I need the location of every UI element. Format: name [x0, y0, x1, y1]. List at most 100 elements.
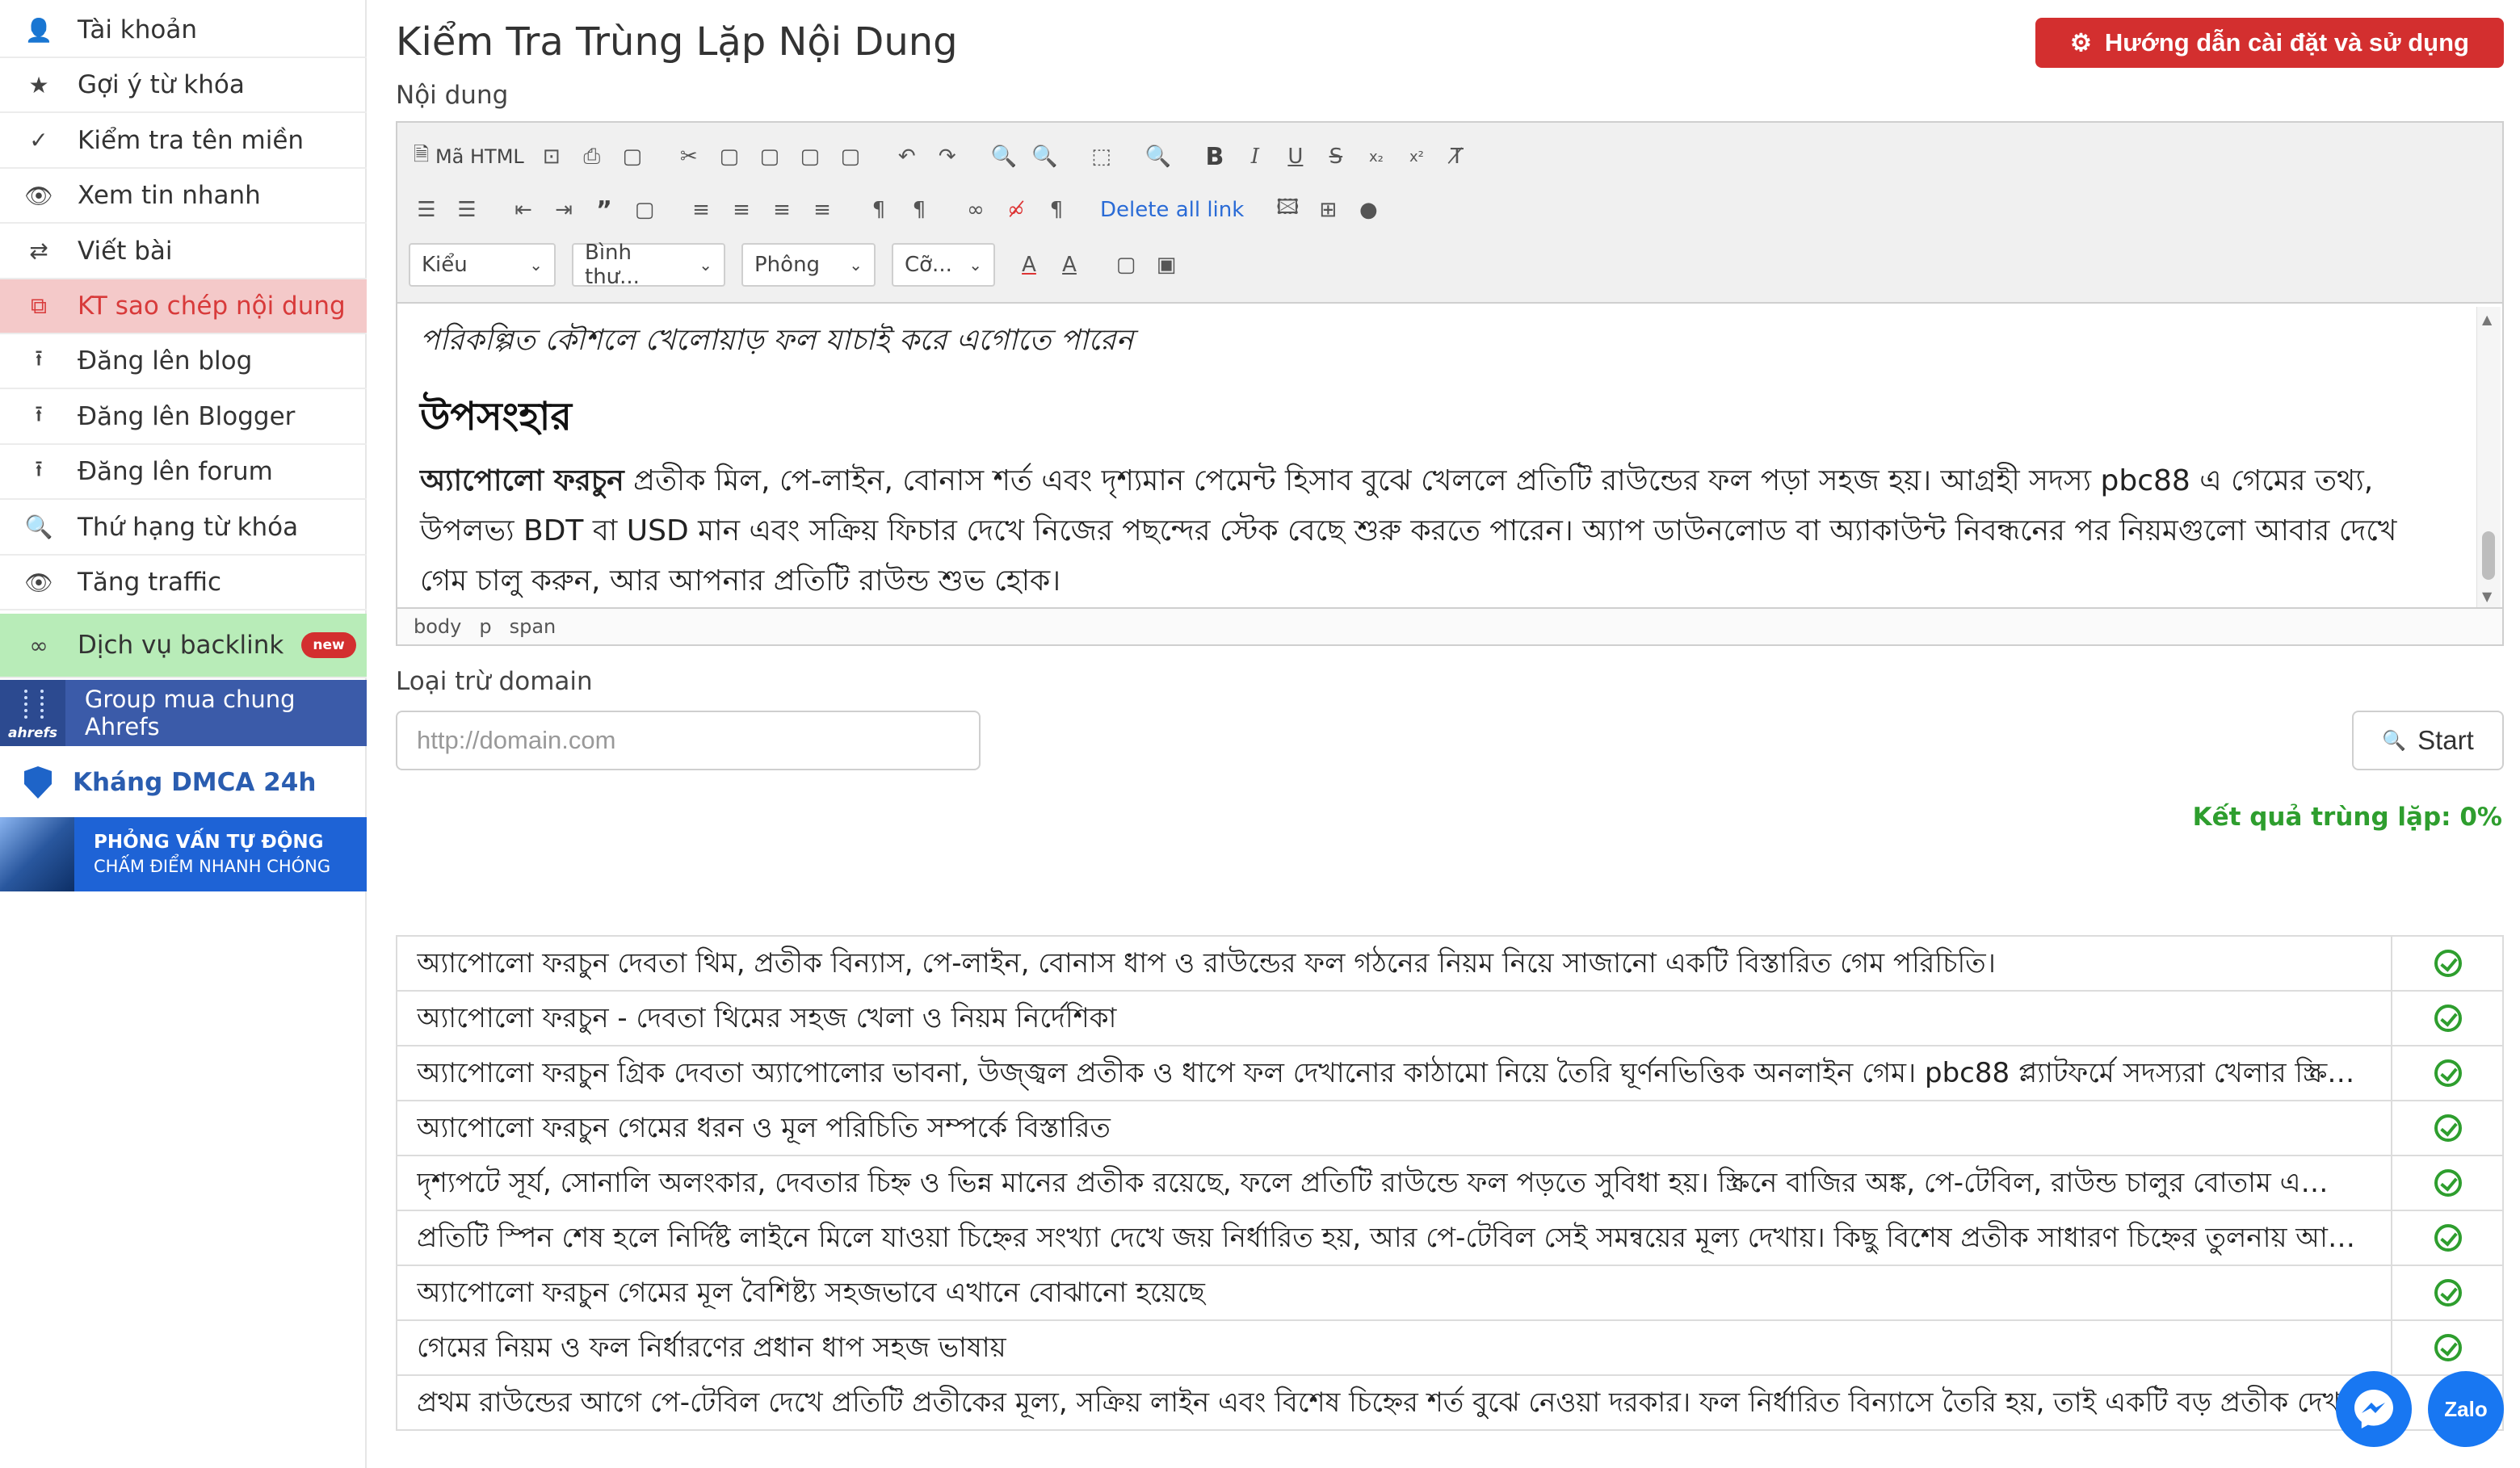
zalo-label: Zalo	[2444, 1396, 2488, 1421]
sidebar-item[interactable]: ★ Gợi ý từ khóa	[0, 58, 367, 114]
dmca-link[interactable]: Kháng DMCA 24h	[0, 754, 367, 811]
info-icon[interactable]: ●	[1350, 192, 1386, 228]
ltr-icon[interactable]: ¶	[861, 192, 897, 228]
interview-banner-line2: CHẤM ĐIỂM NHANH CHÓNG	[94, 857, 331, 876]
font-select[interactable]: Phông ⌄	[741, 243, 876, 287]
editor-toolbar: 🗎 Mã HTML ⊡ ⎙ ▢ ✂ ▢ ▢ ▢ ▢ ↶ ↷ 🔍 🔍 ⬚ 🔍 B …	[397, 123, 2502, 304]
bulleted-list-icon[interactable]: ☰	[449, 192, 485, 228]
select-all-icon[interactable]: ⬚	[1084, 139, 1119, 174]
start-button-label: Start	[2417, 725, 2474, 755]
replace-icon[interactable]: 🔍	[1027, 139, 1062, 174]
sidebar-item[interactable]: ⭱ Đăng lên forum	[0, 445, 367, 501]
template-icon[interactable]: ▢	[615, 139, 650, 174]
size-select[interactable]: Cỡ... ⌄	[892, 243, 995, 287]
result-row: অ্যাপোলো ফরচুন গেমের ধরন ও মূল পরিচিতি স…	[396, 1101, 2504, 1156]
sidebar-item[interactable]: 🔍 Thứ hạng từ khóa	[0, 501, 367, 556]
format-select[interactable]: Bình thư... ⌄	[572, 241, 725, 289]
result-status-cell	[2391, 937, 2504, 990]
editor-paragraph: অ্যাপোলো ফরচুন প্রতীক মিল, পে-লাইন, বোনা…	[420, 456, 2442, 606]
find-icon[interactable]: 🔍	[986, 139, 1022, 174]
exclude-domain-input[interactable]	[396, 711, 981, 770]
sidebar-item[interactable]: ⭱ Đăng lên blog	[0, 334, 367, 390]
underline-icon[interactable]: U	[1278, 139, 1313, 174]
paste-icon[interactable]: ▢	[752, 139, 788, 174]
bold-icon[interactable]: B	[1197, 139, 1233, 174]
outdent-icon[interactable]: ⇤	[506, 192, 541, 228]
editor-scrollbar[interactable]: ▲ ▼	[2476, 307, 2501, 607]
result-row-text: দৃশ্যপটে সূর্য, সোনালি অলংকার, দেবতার চি…	[417, 1167, 2355, 1199]
page-title: Kiểm Tra Trùng Lặp Nội Dung	[396, 19, 958, 65]
zalo-button[interactable]: Zalo	[2428, 1371, 2504, 1447]
source-html-button[interactable]: 🗎 Mã HTML	[409, 139, 529, 174]
chevron-down-icon: ⌄	[699, 255, 712, 275]
print-icon[interactable]: ⎙	[574, 139, 610, 174]
blockquote-icon[interactable]: ”	[586, 192, 622, 228]
spellcheck-icon[interactable]: 🔍	[1140, 139, 1176, 174]
align-right-icon[interactable]: ≡	[764, 192, 800, 228]
result-status-cell	[2391, 1211, 2504, 1265]
style-select[interactable]: Kiểu ⌄	[409, 243, 556, 287]
superscript-icon[interactable]: x²	[1399, 139, 1434, 174]
interview-banner[interactable]: PHỎNG VẤN TỰ ĐỘNG CHẤM ĐIỂM NHANH CHÓNG	[0, 817, 367, 891]
sidebar-item[interactable]: ⇄ Viết bài	[0, 224, 367, 279]
image-icon[interactable]: 🖾	[1270, 192, 1305, 228]
font-select-value: Phông	[754, 253, 821, 277]
delete-all-link-button[interactable]: Delete all link	[1095, 192, 1249, 228]
paste-text-icon[interactable]: ▢	[792, 139, 828, 174]
preview-icon[interactable]: ⊡	[534, 139, 569, 174]
numbered-list-icon[interactable]: ☰	[409, 192, 444, 228]
copy-icon[interactable]: ▢	[712, 139, 747, 174]
sidebar-item[interactable]: 👤 Tài khoản	[0, 3, 367, 58]
align-left-icon[interactable]: ≡	[683, 192, 719, 228]
scrollbar-thumb[interactable]	[2482, 531, 2495, 580]
strike-icon[interactable]: S	[1318, 139, 1354, 174]
remove-format-icon[interactable]: T̸	[1439, 139, 1475, 174]
sidebar-item-label: Đăng lên blog	[78, 346, 253, 376]
sidebar-item-label: Đăng lên forum	[78, 457, 273, 487]
sidebar-item-label: Kiểm tra tên miền	[78, 125, 304, 155]
path-item-p[interactable]: p	[479, 615, 491, 638]
sidebar-item-backlink[interactable]: ∞ Dịch vụ backlink new	[0, 614, 367, 678]
rtl-icon[interactable]: ¶	[901, 192, 937, 228]
scroll-up-icon[interactable]: ▲	[2482, 312, 2492, 327]
maximize-icon[interactable]: ▢	[1108, 247, 1144, 283]
undo-icon[interactable]: ↶	[889, 139, 925, 174]
start-button[interactable]: 🔍 Start	[2352, 711, 2504, 770]
sidebar-item-label: Viết bài	[78, 236, 173, 266]
sidebar-item[interactable]: ⧉ KT sao chép nội dung	[0, 279, 367, 334]
messenger-button[interactable]	[2336, 1371, 2412, 1447]
table-icon[interactable]: ⊞	[1310, 192, 1346, 228]
editor-heading: উপসংহার	[420, 394, 572, 439]
sidebar-item[interactable]: 👁 Xem tin nhanh	[0, 169, 367, 224]
upload-icon: ⭱	[35, 345, 43, 372]
result-row-text: প্রতিটি স্পিন শেষ হলে নির্দিষ্ট লাইনে মি…	[417, 1222, 2355, 1254]
italic-icon[interactable]: I	[1237, 139, 1273, 174]
sidebar-item[interactable]: 👁 Tăng traffic	[0, 556, 367, 610]
source-html-label: Mã HTML	[435, 145, 524, 168]
text-color-icon[interactable]: A	[1011, 247, 1047, 283]
search-icon: 🔍	[24, 514, 53, 541]
ahrefs-logo-text: ahrefs	[8, 725, 58, 741]
link-icon[interactable]: ∞	[958, 192, 993, 228]
subscript-icon[interactable]: x₂	[1359, 139, 1394, 174]
align-justify-icon[interactable]: ≡	[804, 192, 840, 228]
show-blocks-icon[interactable]: ▣	[1149, 247, 1184, 283]
paste-word-icon[interactable]: ▢	[833, 139, 868, 174]
link-icon: ∞	[29, 631, 48, 659]
background-color-icon[interactable]: A	[1052, 247, 1087, 283]
unlink-icon[interactable]: ∞̸	[998, 192, 1034, 228]
align-center-icon[interactable]: ≡	[724, 192, 759, 228]
anchor-icon[interactable]: ¶	[1039, 192, 1074, 228]
editor-content[interactable]: পরিকল্পিত কৌশলে খেলোয়াড় ফল যাচাই করে এ…	[397, 307, 2465, 607]
guide-button[interactable]: ⚙ Hướng dẫn cài đặt và sử dụng	[2035, 18, 2504, 68]
indent-icon[interactable]: ⇥	[546, 192, 582, 228]
scroll-down-icon[interactable]: ▼	[2482, 589, 2492, 604]
sidebar-item[interactable]: ⭱ Đăng lên Blogger	[0, 390, 367, 445]
redo-icon[interactable]: ↷	[930, 139, 965, 174]
ahrefs-group-banner[interactable]: ahrefs Group mua chung Ahrefs	[0, 680, 367, 746]
cut-icon[interactable]: ✂	[671, 139, 707, 174]
path-item-body[interactable]: body	[414, 615, 461, 638]
sidebar-item[interactable]: ✓ Kiểm tra tên miền	[0, 114, 367, 169]
path-item-span[interactable]: span	[510, 615, 556, 638]
div-container-icon[interactable]: ▢	[627, 192, 662, 228]
